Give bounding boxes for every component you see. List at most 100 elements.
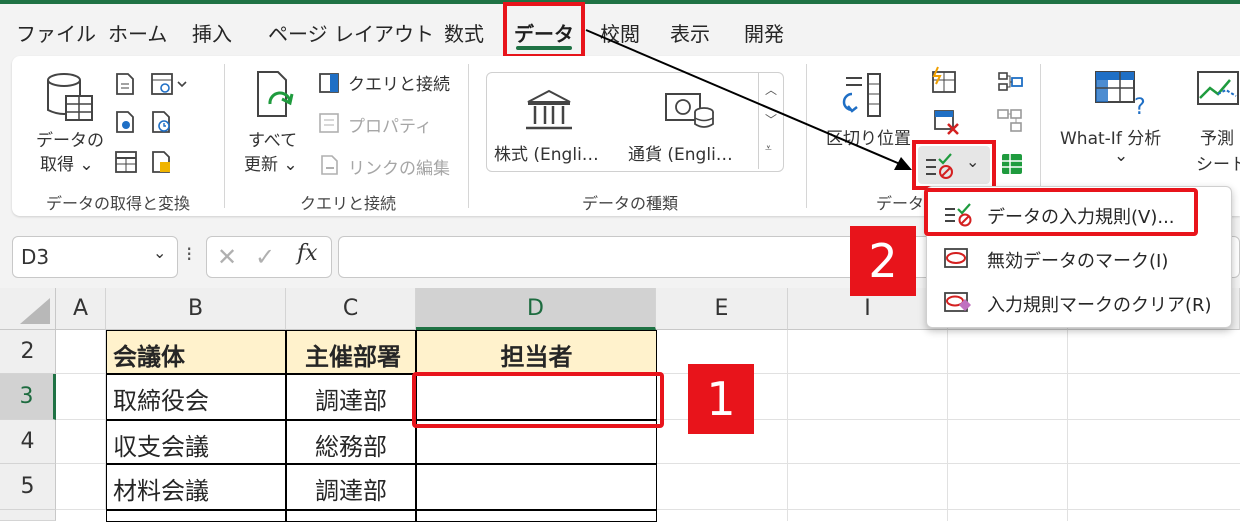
name-box-chevron-icon[interactable]: ⌄ xyxy=(153,243,166,262)
group-label-data-types: データの種類 xyxy=(582,194,679,213)
cell-a3[interactable] xyxy=(56,374,106,420)
cell-b3[interactable]: 取締役会 xyxy=(106,374,286,420)
menu-item-circle-invalid[interactable]: 無効データのマーク(I) xyxy=(927,237,1231,279)
row-header-4[interactable]: 4 xyxy=(0,420,56,464)
cell-a2[interactable] xyxy=(56,330,106,374)
remove-duplicates-icon[interactable] xyxy=(932,108,960,136)
cell-c5[interactable]: 調達部 xyxy=(286,464,416,510)
scroll-up-icon[interactable]: ︿ xyxy=(765,81,777,98)
select-all-triangle-icon xyxy=(20,298,50,324)
tab-review[interactable]: 校閲 xyxy=(600,18,640,47)
relationships-icon[interactable] xyxy=(996,108,1024,136)
cell-d2[interactable]: 担当者 xyxy=(416,330,657,374)
gallery-more-icon[interactable]: ⩡ xyxy=(765,141,772,156)
cell-d5[interactable] xyxy=(416,464,657,510)
forecast-sheet-icon[interactable] xyxy=(1196,70,1240,118)
tab-formulas[interactable]: 数式 xyxy=(444,18,484,47)
what-if-analysis-icon[interactable]: ? xyxy=(1094,70,1148,118)
cell-c3[interactable]: 調達部 xyxy=(286,374,416,420)
cell-b5[interactable]: 材料会議 xyxy=(106,464,286,510)
properties-icon xyxy=(319,113,339,133)
cell-b4[interactable]: 収支会議 xyxy=(106,420,286,464)
column-header-d[interactable]: D xyxy=(416,288,656,330)
cell-c2[interactable]: 主催部署 xyxy=(286,330,416,374)
properties-button: プロパティ xyxy=(348,117,432,137)
text-to-columns-icon[interactable] xyxy=(840,70,884,120)
existing-connections-icon[interactable] xyxy=(150,150,174,174)
cell-a4[interactable] xyxy=(56,420,106,464)
from-text-icon[interactable] xyxy=(114,72,136,96)
refresh-all-label[interactable]: すべて xyxy=(248,126,297,151)
from-file-icon[interactable] xyxy=(114,110,136,134)
refresh-all-icon[interactable] xyxy=(252,70,300,122)
tab-page-layout[interactable]: ページ レイアウト xyxy=(268,18,434,47)
data-types-scroll[interactable]: ︿ ﹀ ⩡ xyxy=(758,73,783,169)
column-header-e[interactable]: E xyxy=(656,288,788,330)
menu-item-label: 入力規則マークのクリア(R) xyxy=(987,295,1212,316)
get-data-label[interactable]: データの xyxy=(36,126,104,151)
select-all-corner[interactable] xyxy=(0,288,56,330)
stocks-data-type[interactable]: 株式 (Engli… xyxy=(494,140,599,165)
formula-bar-grip-icon[interactable]: ⁝ xyxy=(186,242,192,266)
cell-d6[interactable] xyxy=(416,510,657,522)
cell-b2[interactable]: 会議体 xyxy=(106,330,286,374)
name-box-value: D3 xyxy=(21,245,50,269)
cell-c4[interactable]: 総務部 xyxy=(286,420,416,464)
consolidate-icon[interactable] xyxy=(996,70,1024,94)
row-header-2[interactable]: 2 xyxy=(0,330,56,374)
clear-validation-circles-icon xyxy=(944,292,971,312)
name-box[interactable]: D3 ⌄ xyxy=(12,236,178,278)
formula-buttons: ✕ ✓ fx xyxy=(206,236,332,278)
what-if-chevron-icon[interactable]: ⌄ xyxy=(1114,146,1128,166)
forecast-sheet-label-2[interactable]: シート xyxy=(1196,150,1240,175)
tab-home[interactable]: ホーム xyxy=(108,18,167,47)
tab-file[interactable]: ファイル xyxy=(16,18,96,47)
highlight-active-cell xyxy=(412,372,664,428)
group-label-queries: クエリと接続 xyxy=(300,194,397,213)
from-table-icon[interactable] xyxy=(114,150,138,174)
cell-c6[interactable] xyxy=(286,510,416,522)
bank-icon[interactable] xyxy=(524,88,574,134)
ribbon-separator xyxy=(468,64,469,208)
queries-connections-icon[interactable] xyxy=(318,72,340,94)
enter-icon[interactable]: ✓ xyxy=(255,243,275,271)
row-header-5[interactable]: 5 xyxy=(0,464,56,510)
currency-icon[interactable] xyxy=(664,88,716,132)
scroll-down-icon[interactable]: ﹀ xyxy=(765,111,777,128)
column-header-a[interactable]: A xyxy=(56,288,106,330)
highlight-validation-button xyxy=(912,140,996,190)
circle-invalid-icon xyxy=(944,248,968,268)
data-model-icon[interactable] xyxy=(998,150,1026,178)
flash-fill-icon[interactable] xyxy=(930,66,958,94)
column-header-c[interactable]: C xyxy=(286,288,416,330)
currency-data-type[interactable]: 通貨 (Engli… xyxy=(628,140,733,165)
insert-function-icon[interactable]: fx xyxy=(297,241,318,266)
recent-sources-icon[interactable] xyxy=(150,110,174,134)
database-table-icon[interactable] xyxy=(44,70,96,124)
from-web-icon[interactable] xyxy=(150,72,188,96)
highlight-data-validation-item xyxy=(924,188,1198,236)
get-data-label-2[interactable]: 取得 ⌄ xyxy=(40,150,94,175)
row-header-3[interactable]: 3 xyxy=(0,374,56,420)
menu-item-clear-circles[interactable]: 入力規則マークのクリア(R) xyxy=(927,281,1231,323)
edit-links-button: リンクの編集 xyxy=(348,159,450,179)
ribbon-separator xyxy=(224,64,225,208)
column-header-b[interactable]: B xyxy=(106,288,286,330)
step-1-badge: 1 xyxy=(688,364,754,434)
queries-connections-button[interactable]: クエリと接続 xyxy=(348,70,450,95)
text-to-columns-button[interactable]: 区切り位置 xyxy=(826,124,911,149)
refresh-all-label-2[interactable]: 更新 ⌄ xyxy=(244,150,298,175)
cancel-icon[interactable]: ✕ xyxy=(217,243,237,271)
tab-view[interactable]: 表示 xyxy=(670,18,710,47)
forecast-sheet-label[interactable]: 予測 xyxy=(1200,124,1234,149)
menu-item-label: 無効データのマーク(I) xyxy=(987,251,1169,272)
group-label-data-tools: データ xyxy=(876,194,925,213)
what-if-analysis-button[interactable]: What-If 分析 xyxy=(1060,124,1161,149)
group-label-get-transform: データの取得と変換 xyxy=(46,194,191,213)
row-header-6[interactable] xyxy=(0,510,56,521)
tab-insert[interactable]: 挿入 xyxy=(192,18,232,47)
cell-a5[interactable] xyxy=(56,464,106,510)
ribbon-tab-bar: ファイル ホーム 挿入 ページ レイアウト 数式 データ 校閲 表示 開発 xyxy=(0,4,1240,56)
tab-developer[interactable]: 開発 xyxy=(744,18,784,47)
cell-b6[interactable] xyxy=(106,510,286,522)
